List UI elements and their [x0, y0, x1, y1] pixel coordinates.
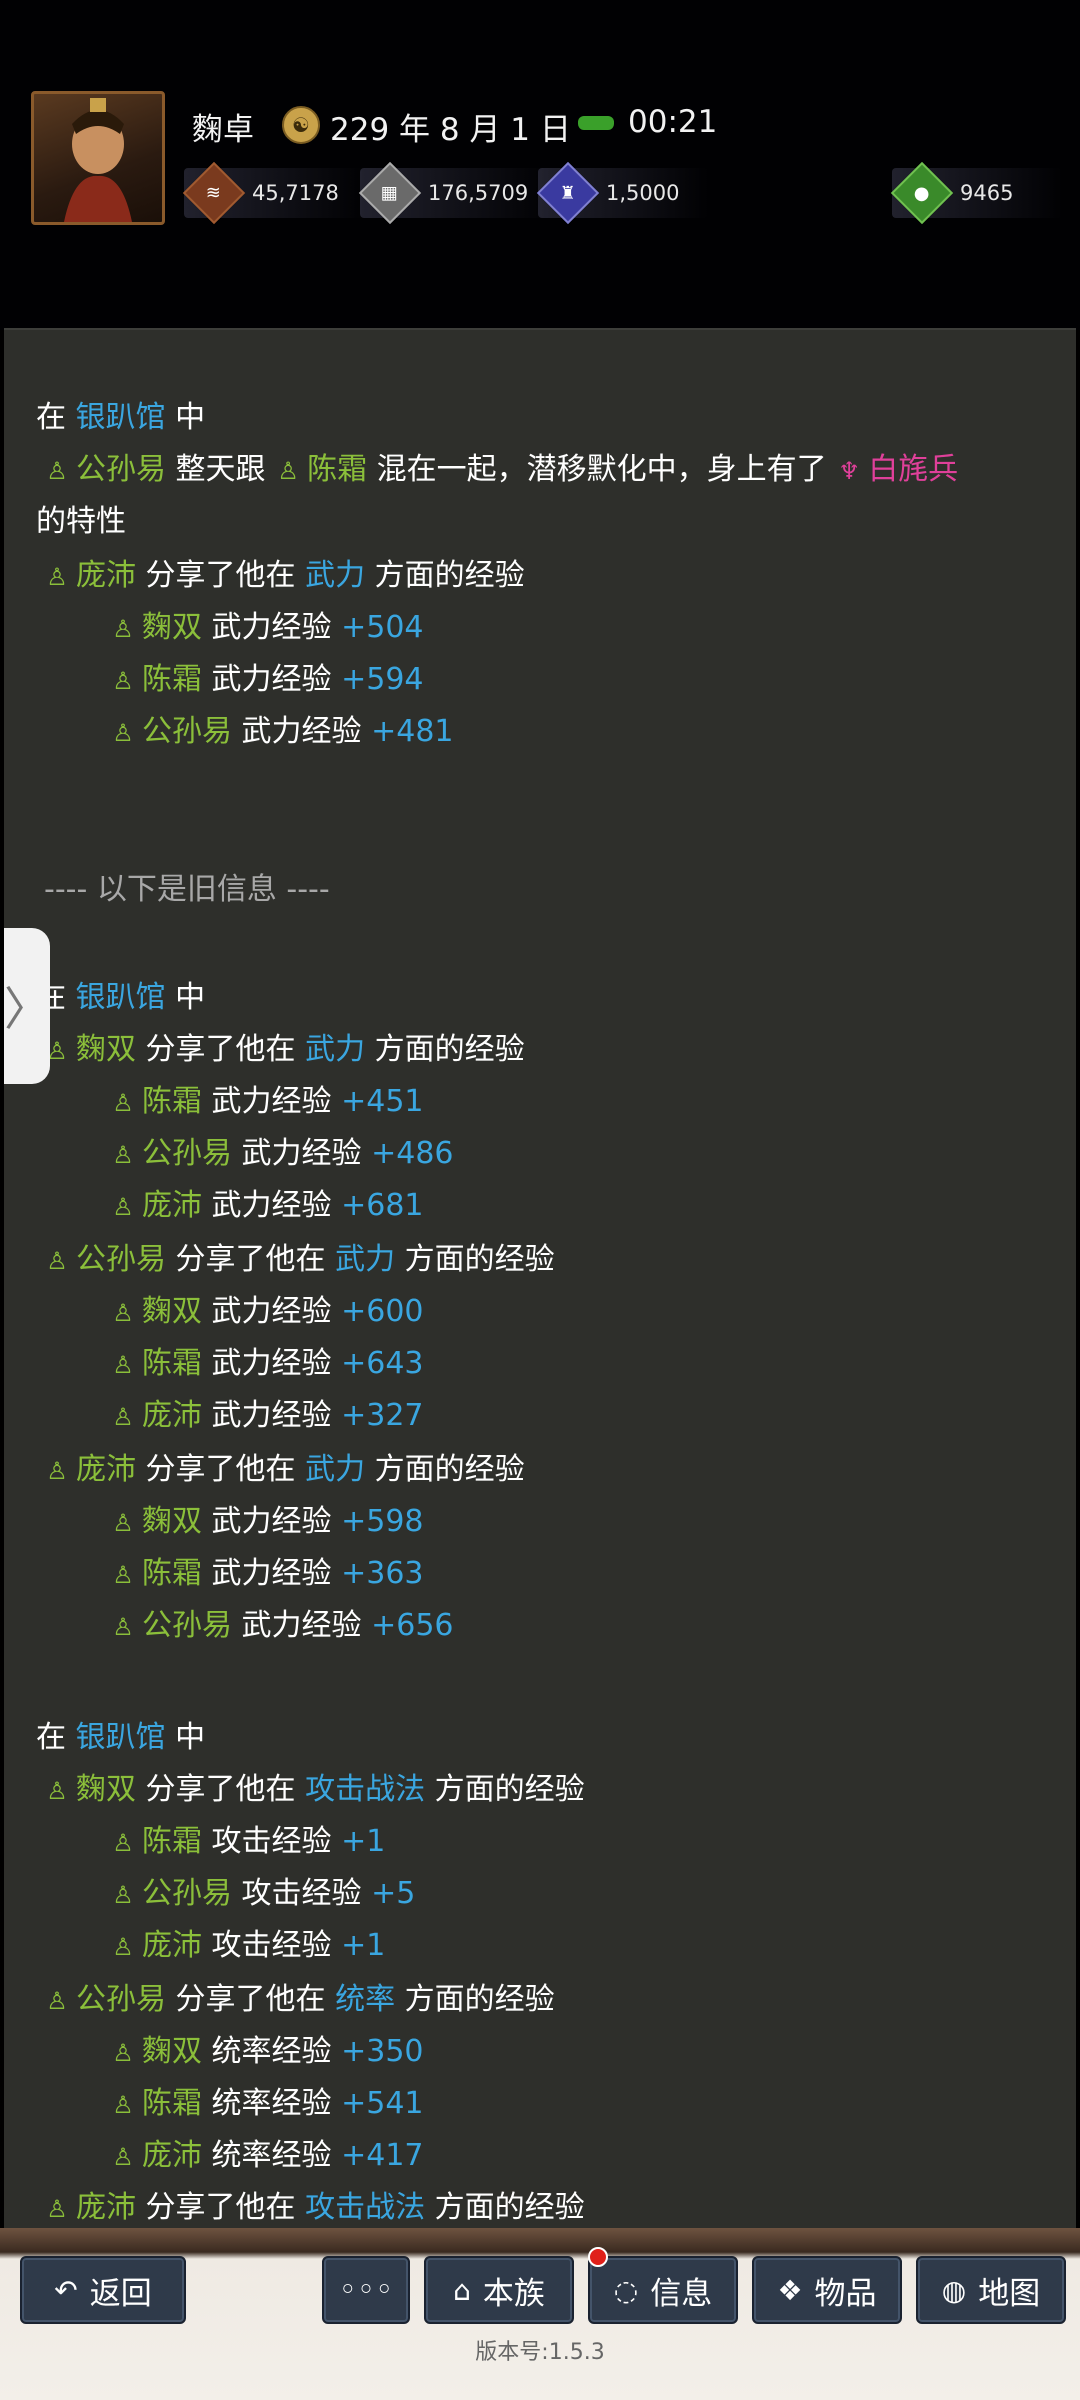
log-gain-line: ♙ 庞沛 武力经验 +327 [112, 1398, 424, 1433]
log-gain-line: ♙ 公孙易 攻击经验 +5 [112, 1876, 416, 1911]
grain-icon: ▦ [358, 161, 422, 225]
log-share-line: ♙ 麴双 分享了他在 攻击战法 方面的经验 [46, 1772, 585, 1807]
log-gain-line: ♙ 公孙易 武力经验 +486 [112, 1136, 454, 1171]
log-gain-line: ♙ 庞沛 统率经验 +417 [112, 2138, 424, 2173]
coin-icon: ≋ [182, 161, 246, 225]
clan-button[interactable]: ⌂ 本族 [424, 2256, 574, 2324]
log-gain-line: ♙ 庞沛 攻击经验 +1 [112, 1928, 386, 1963]
log-gain-line: ♙ 陈霜 武力经验 +363 [112, 1556, 424, 1591]
game-date: 229 年 8 月 1 日 [330, 112, 571, 148]
back-arrow-icon: ↶ [54, 2273, 78, 2307]
chevron-right-icon: 〉 [4, 982, 50, 1036]
character-avatar[interactable] [31, 91, 165, 225]
person-icon: ♙ [46, 457, 68, 485]
version-label: 版本号:1.5.3 [475, 2340, 605, 2365]
person-icon: ♙ [112, 615, 134, 643]
more-dots-icon: ◦◦◦ [338, 2272, 394, 2308]
log-share-line: ♙ 公孙易 分享了他在 统率 方面的经验 [46, 1982, 555, 2017]
log-gain-line: ♙ 庞沛 武力经验 +681 [112, 1188, 424, 1223]
notification-dot [588, 2247, 608, 2267]
log-gain-line: ♙ 陈霜 统率经验 +541 [112, 2086, 424, 2121]
side-drawer-toggle[interactable]: 〉 [4, 928, 50, 1084]
log-gain-line: ♙ 公孙易 武力经验 +656 [112, 1608, 454, 1643]
more-button[interactable]: ◦◦◦ [322, 2256, 410, 2324]
log-trait-line: ♙ 公孙易 整天跟 ♙ 陈霜 混在一起，潜移默化中，身上有了 ♆ 白旄兵 [44, 450, 958, 491]
log-gain-line: ♙ 公孙易 武力经验 +481 [110, 712, 453, 753]
log-gain-line: ♙ 陈霜 武力经验 +594 [110, 660, 423, 701]
message-log[interactable]: 在 银趴馆 中 ♙ 公孙易 整天跟 ♙ 陈霜 混在一起，潜移默化中，身上有了 ♆ 白旄… [4, 328, 1076, 2230]
chat-bubble-icon: ◌ [613, 2273, 639, 2307]
horse-icon [578, 116, 614, 130]
log-gain-line: ♙ 麴双 统率经验 +350 [112, 2034, 424, 2069]
calendar-icon: ☯ [282, 106, 320, 144]
clan-icon: ⌂ [453, 2273, 471, 2307]
log-share-line: ♙ 麴双 分享了他在 武力 方面的经验 [46, 1032, 525, 1067]
log-location-line: 在 银趴馆 中 [36, 400, 206, 435]
log-gain-line: ♙ 陈霜 武力经验 +643 [112, 1346, 424, 1381]
log-gain-line: ♙ 麴双 武力经验 +600 [112, 1294, 424, 1329]
log-share-line: ♙ 庞沛 分享了他在 攻击战法 方面的经验 [46, 2190, 585, 2225]
person-icon: ♙ [112, 719, 134, 747]
log-share-line: ♙ 庞沛 分享了他在 武力 方面的经验 [46, 1452, 525, 1487]
log-gain-line: ♙ 陈霜 武力经验 +451 [112, 1084, 424, 1119]
info-button[interactable]: ◌ 信息 [588, 2256, 738, 2324]
log-share-line: ♙ 公孙易 分享了他在 武力 方面的经验 [46, 1242, 555, 1277]
old-info-divider: ---- 以下是旧信息 ---- [44, 872, 330, 907]
log-share-line: ♙ 庞沛 分享了他在 武力 方面的经验 [44, 556, 524, 597]
log-location-line: 在 银趴馆 中 [36, 980, 206, 1015]
soldier-value: 1,5000 [606, 181, 680, 205]
map-button[interactable]: ◍ 地图 [916, 2256, 1066, 2324]
person-icon: ♙ [46, 563, 68, 591]
game-time: 00:21 [628, 104, 718, 140]
log-gain-line: ♙ 麴双 武力经验 +504 [110, 608, 423, 649]
status-header: 麴卓 ☯ 229 年 8 月 1 日 00:21 ≋ 45,7178 ▦ 176… [0, 0, 1080, 330]
log-location-line: 在 银趴馆 中 [36, 1720, 206, 1755]
items-button[interactable]: ❖ 物品 [752, 2256, 902, 2324]
resource-money[interactable]: ● 9465 [890, 161, 1062, 225]
resource-grain[interactable]: ▦ 176,5709 [358, 161, 550, 225]
soldier-icon: ♜ [536, 161, 600, 225]
resource-soldier[interactable]: ♜ 1,5000 [536, 161, 708, 225]
money-value: 9465 [960, 181, 1014, 205]
back-button[interactable]: ↶ 返回 [20, 2256, 186, 2324]
resource-coin[interactable]: ≋ 45,7178 [182, 161, 364, 225]
character-name: 麴卓 [192, 112, 254, 148]
money-bag-icon: ● [890, 161, 954, 225]
globe-icon: ◍ [941, 2273, 967, 2307]
trait-icon: ♆ [838, 457, 860, 485]
log-gain-line: ♙ 麴双 武力经验 +598 [112, 1504, 424, 1539]
person-icon: ♙ [277, 457, 299, 485]
log-trait-suffix: 的特性 [36, 504, 126, 539]
person-icon: ♙ [112, 667, 134, 695]
items-icon: ❖ [777, 2273, 803, 2307]
log-gain-line: ♙ 陈霜 攻击经验 +1 [112, 1824, 386, 1859]
